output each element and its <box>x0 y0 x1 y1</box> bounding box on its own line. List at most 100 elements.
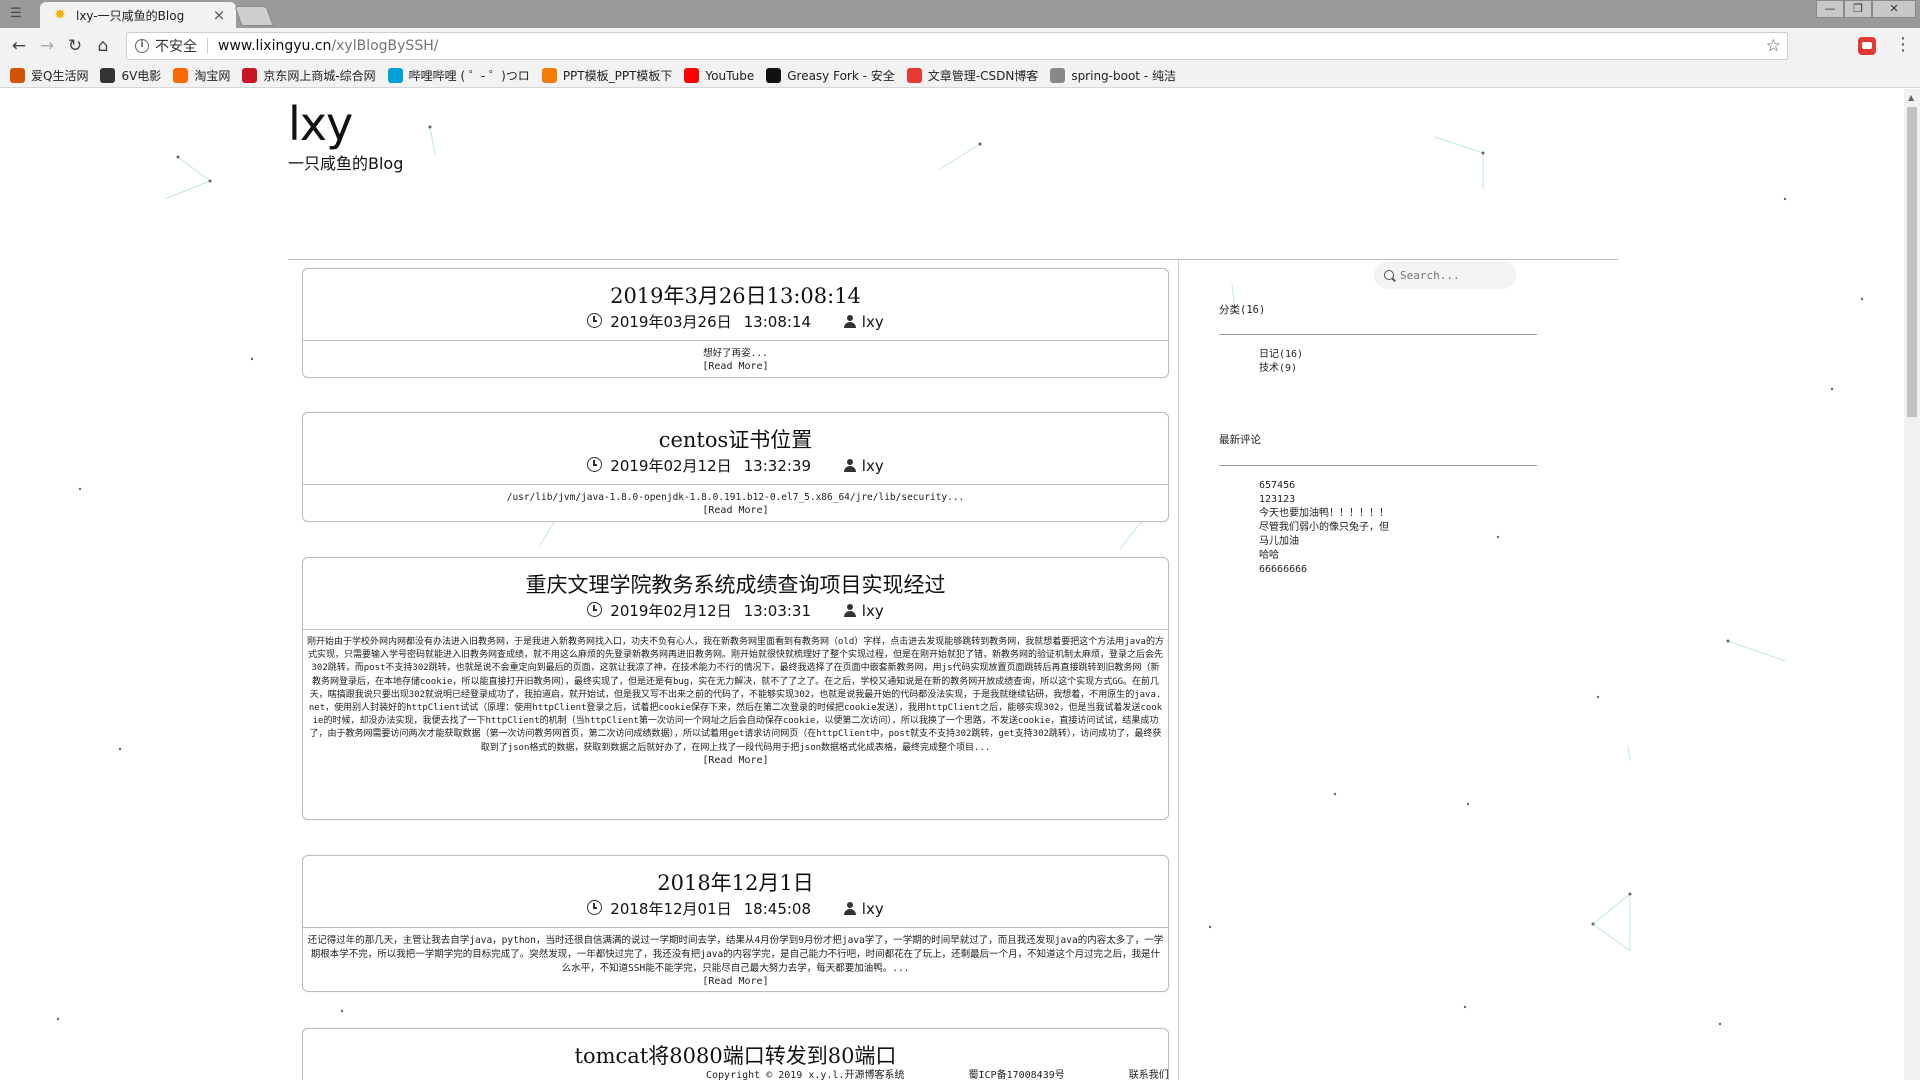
new-tab-button[interactable] <box>234 6 274 26</box>
comment-item[interactable]: 657456 <box>1259 479 1389 493</box>
particle-dot <box>1333 792 1337 796</box>
post-card: centos证书位置 2019年02月12日 13:32:39 lxy /usr/… <box>302 412 1169 522</box>
particle-dot <box>1860 297 1864 301</box>
particle-dot <box>1463 1005 1467 1009</box>
post-title[interactable]: 2019年3月26日13:08:14 <box>303 283 1168 309</box>
bookmark-item[interactable]: Greasy Fork - 安全 <box>766 67 895 84</box>
particle-dot <box>118 747 122 751</box>
post-card: 2019年3月26日13:08:14 2019年03月26日 13:08:14 l… <box>302 268 1169 378</box>
browser-menu-icon[interactable]: ☰ <box>8 6 24 22</box>
post-author: lxy <box>861 313 884 331</box>
window-maximize-button[interactable]: ❐ <box>1844 0 1872 18</box>
footer-icp[interactable]: 蜀ICP备17008439号 <box>969 1070 1065 1080</box>
post-excerpt: 想好了再姿... <box>703 348 768 359</box>
post-card: 2018年12月1日 2018年12月01日 18:45:08 lxy 还记得过年… <box>302 855 1169 992</box>
particle-dot <box>250 357 254 361</box>
footer-contact-link[interactable]: 联系我们 <box>1129 1070 1169 1080</box>
favicon-icon: ✸ <box>54 7 66 23</box>
tab-close-icon[interactable]: × <box>212 8 226 23</box>
post-date: 2019年02月12日 <box>610 602 732 620</box>
kebab-menu-icon[interactable]: ⋮ <box>1894 36 1912 54</box>
tiger-icon <box>10 68 25 83</box>
url-path[interactable]: /xylBlogBySSH/ <box>331 38 438 54</box>
particle-dot <box>1208 925 1212 929</box>
scroll-up-icon[interactable]: ▲ <box>1908 93 1914 102</box>
post-title[interactable]: 2018年12月1日 <box>303 870 1168 896</box>
taobao-icon <box>173 68 189 83</box>
post-meta: 2018年12月01日 18:45:08 lxy <box>303 898 1168 919</box>
home-icon[interactable]: ⌂ <box>94 37 112 55</box>
bookmark-item[interactable]: 哔哩哔哩 ( ゜- ゜)つロ <box>387 67 530 84</box>
search-icon <box>1384 270 1394 280</box>
read-more-link[interactable]: [Read More] <box>307 755 1164 767</box>
site-subtitle: 一只咸鱼的Blog <box>288 154 404 173</box>
category-item[interactable]: 日记(16) <box>1259 348 1303 362</box>
particle-line <box>177 156 211 182</box>
bookmark-item[interactable]: 京东网上商城-综合网 <box>242 67 376 84</box>
read-more-link[interactable]: [Read More] <box>307 505 1164 517</box>
particle-dot <box>1718 1022 1722 1026</box>
reload-icon[interactable]: ↻ <box>66 37 84 55</box>
bookmark-item[interactable]: YouTube <box>684 68 754 83</box>
comments-divider <box>1219 465 1537 466</box>
bookmark-item[interactable]: 淘宝网 <box>173 67 230 84</box>
categories-heading: 分类(16) <box>1219 304 1266 316</box>
comment-item[interactable]: 66666666 <box>1259 563 1389 577</box>
user-icon <box>843 459 856 472</box>
comment-item[interactable]: 哈哈 <box>1259 549 1389 563</box>
bookmark-item[interactable]: 爱Q生活网 <box>10 67 88 84</box>
bookmark-item[interactable]: 6V电影 <box>100 67 161 84</box>
bookmark-item[interactable]: spring-boot - 纯洁 <box>1050 67 1176 84</box>
bookmark-label: Greasy Fork - 安全 <box>787 69 895 83</box>
info-icon[interactable]: i <box>135 39 149 53</box>
search-box[interactable] <box>1374 261 1516 289</box>
security-label[interactable]: 不安全 <box>155 36 197 56</box>
browser-toolbar: ← → ↻ ⌂ i 不安全 www.lixingyu.cn/xylBlogByS… <box>0 28 1920 64</box>
bookmark-item[interactable]: 文章管理-CSDN博客 <box>906 67 1038 84</box>
read-more-link[interactable]: [Read More] <box>307 361 1164 373</box>
clock-icon <box>587 457 603 472</box>
forward-arrow-icon[interactable]: → <box>38 37 56 55</box>
bookmark-label: 淘宝网 <box>194 69 231 83</box>
scroll-thumb[interactable] <box>1907 107 1917 417</box>
category-item[interactable]: 技术(9) <box>1259 362 1303 376</box>
particle-line <box>1627 746 1631 762</box>
particle-line <box>429 126 436 155</box>
post-excerpt-area: 想好了再姿... [Read More] <box>303 341 1168 377</box>
particle-dot <box>1628 892 1632 896</box>
bookmark-star-icon[interactable]: ☆ <box>1766 36 1781 56</box>
comment-item[interactable]: 今天也要加油鸭！！！！！！ <box>1259 507 1389 521</box>
particle-dot <box>1481 151 1485 155</box>
post-title[interactable]: 重庆文理学院教务系统成绩查询项目实现经过 <box>303 572 1168 598</box>
bookmark-item[interactable]: PPT模板_PPT模板下 <box>541 67 672 84</box>
post-title[interactable]: centos证书位置 <box>303 427 1168 453</box>
post-excerpt: /usr/lib/jvm/java-1.8.0-openjdk-1.8.0.19… <box>506 492 965 503</box>
address-bar[interactable]: i 不安全 www.lixingyu.cn/xylBlogBySSH/ ☆ <box>126 32 1788 60</box>
back-arrow-icon[interactable]: ← <box>10 37 28 55</box>
comment-item[interactable]: 马儿加油 <box>1259 535 1389 549</box>
particle-dot <box>1466 802 1470 806</box>
clock-icon <box>587 900 603 915</box>
post-card-header: 2018年12月1日 2018年12月01日 18:45:08 lxy <box>303 856 1168 928</box>
greasyfork-icon <box>766 68 782 83</box>
search-input[interactable] <box>1400 268 1500 282</box>
particle-line <box>1592 923 1631 952</box>
particle-dot <box>1830 387 1834 391</box>
window-minimize-button[interactable]: — <box>1816 0 1844 18</box>
url-host[interactable]: www.lixingyu.cn <box>218 38 331 54</box>
clock-icon <box>587 602 603 617</box>
particle-dot <box>208 179 212 183</box>
comment-item[interactable]: 123123 <box>1259 493 1389 507</box>
comment-item[interactable]: 尽管我们弱小的像只兔子，但 <box>1259 521 1389 535</box>
particle-line <box>1119 520 1143 550</box>
extension-icon[interactable] <box>1858 37 1876 55</box>
window-close-button[interactable]: ✕ <box>1872 0 1916 18</box>
browser-tab-active[interactable]: ✸ lxy-一只咸鱼的Blog × <box>40 2 236 28</box>
page-scrollbar[interactable]: ▲ <box>1904 89 1920 1080</box>
post-excerpt: 刚开始由于学校外网内网都没有办法进入旧教务网，于是我进入新教务网找入口，功夫不负… <box>307 637 1164 753</box>
site-title[interactable]: lxy <box>288 97 353 151</box>
read-more-link[interactable]: [Read More] <box>307 976 1164 988</box>
youtube-icon <box>684 68 700 83</box>
header-divider <box>288 259 1618 260</box>
particle-line <box>1592 893 1631 925</box>
